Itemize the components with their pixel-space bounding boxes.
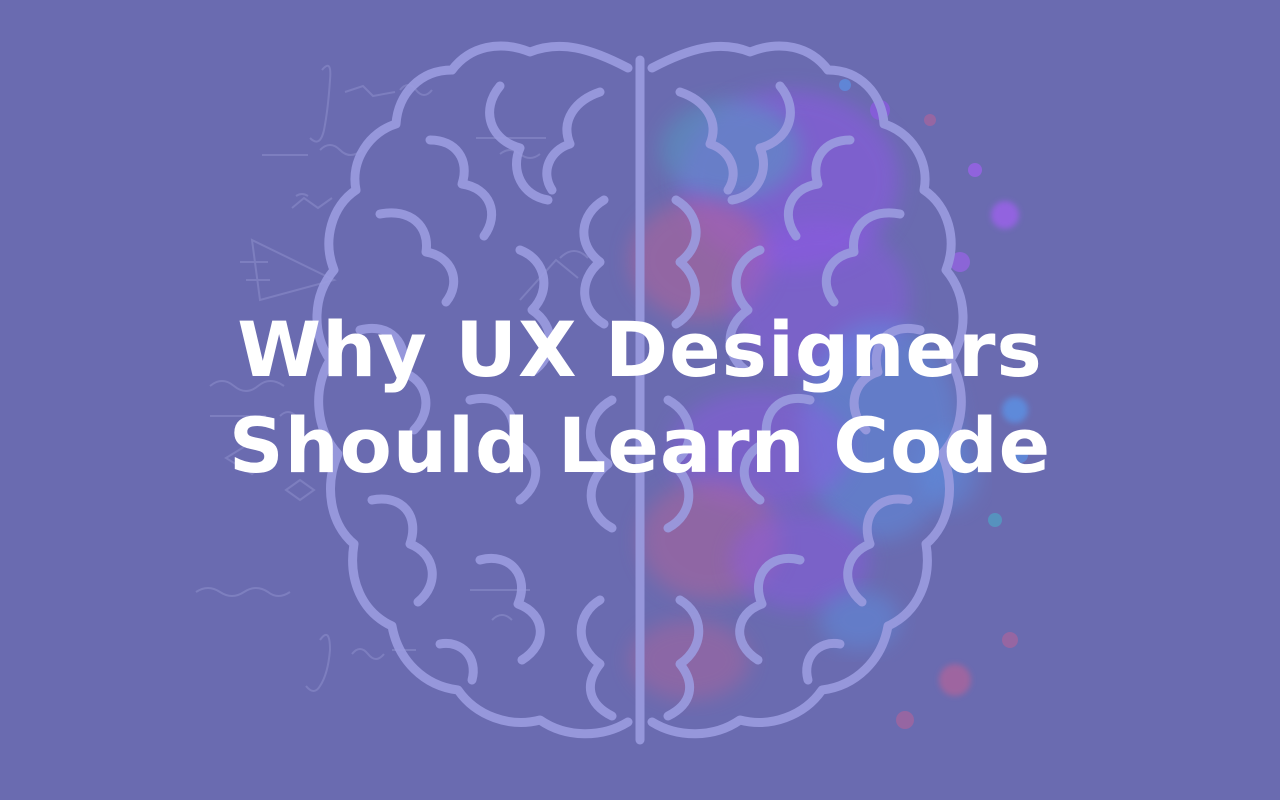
hero-banner: Why UX Designers Should Learn Code: [0, 0, 1280, 800]
page-title: Why UX Designers Should Learn Code: [0, 302, 1280, 494]
page-title-line-2: Should Learn Code: [228, 401, 1052, 490]
page-title-line-1: Why UX Designers: [237, 305, 1043, 394]
